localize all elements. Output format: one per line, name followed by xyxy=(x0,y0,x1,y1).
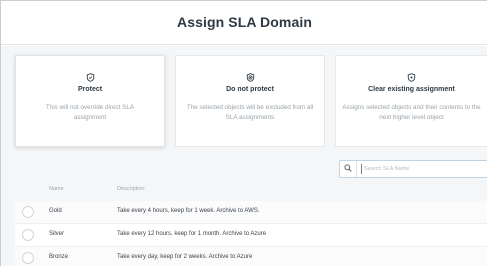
option-description: Assigns selected objects and their conte… xyxy=(342,104,481,121)
column-header-name: Name xyxy=(49,186,64,192)
shield-off-icon xyxy=(246,73,254,82)
column-header-description: Description xyxy=(117,186,145,192)
row-radio[interactable] xyxy=(22,229,34,241)
text-cursor xyxy=(361,164,362,174)
option-title: Protect xyxy=(77,86,103,93)
dialog-title: Assign SLA Domain xyxy=(177,14,312,30)
table-row[interactable]: Gold Take every 4 hours, keep for 1 week… xyxy=(15,201,487,224)
option-card-clear-assignment[interactable]: Clear existing assignment Assigns select… xyxy=(335,55,487,147)
option-title: Do not protect xyxy=(226,86,274,93)
option-description: The selected objects will be excluded fr… xyxy=(186,104,314,121)
shield-clear-icon xyxy=(407,73,416,82)
search-icon xyxy=(344,164,352,172)
assign-sla-dialog: Assign SLA Domain Protect This will not … xyxy=(0,0,487,266)
table-row[interactable]: Silver Take every 12 hours, keep for 1 m… xyxy=(15,224,487,247)
sla-description: Take every 4 hours, keep for 1 week. Arc… xyxy=(117,208,260,214)
sla-description: Take every 12 hours, keep for 1 month. A… xyxy=(117,231,267,237)
sla-name: Bronze xyxy=(49,254,69,260)
sla-search-box xyxy=(339,160,487,178)
sla-name: Silver xyxy=(49,231,65,237)
dialog-header: Assign SLA Domain xyxy=(1,1,487,45)
dialog-body: Protect This will not override direct SL… xyxy=(1,46,487,266)
table-row[interactable]: Bronze Take every day, keep for 2 weeks.… xyxy=(15,247,487,266)
shield-check-icon xyxy=(86,73,94,82)
table-header: Name Description xyxy=(15,186,487,196)
row-radio[interactable] xyxy=(22,206,34,218)
option-description: This will not override direct SLA assign… xyxy=(45,104,135,121)
sla-name: Gold xyxy=(49,208,62,214)
option-card-protect[interactable]: Protect This will not override direct SL… xyxy=(15,55,165,147)
sla-description: Take every day, keep for 2 weeks. Archiv… xyxy=(117,254,253,260)
option-card-do-not-protect[interactable]: Do not protect The selected objects will… xyxy=(175,55,325,147)
search-button[interactable] xyxy=(340,161,357,177)
row-radio[interactable] xyxy=(22,252,34,264)
option-title: Clear existing assignment xyxy=(368,86,455,93)
search-input[interactable] xyxy=(364,161,484,177)
